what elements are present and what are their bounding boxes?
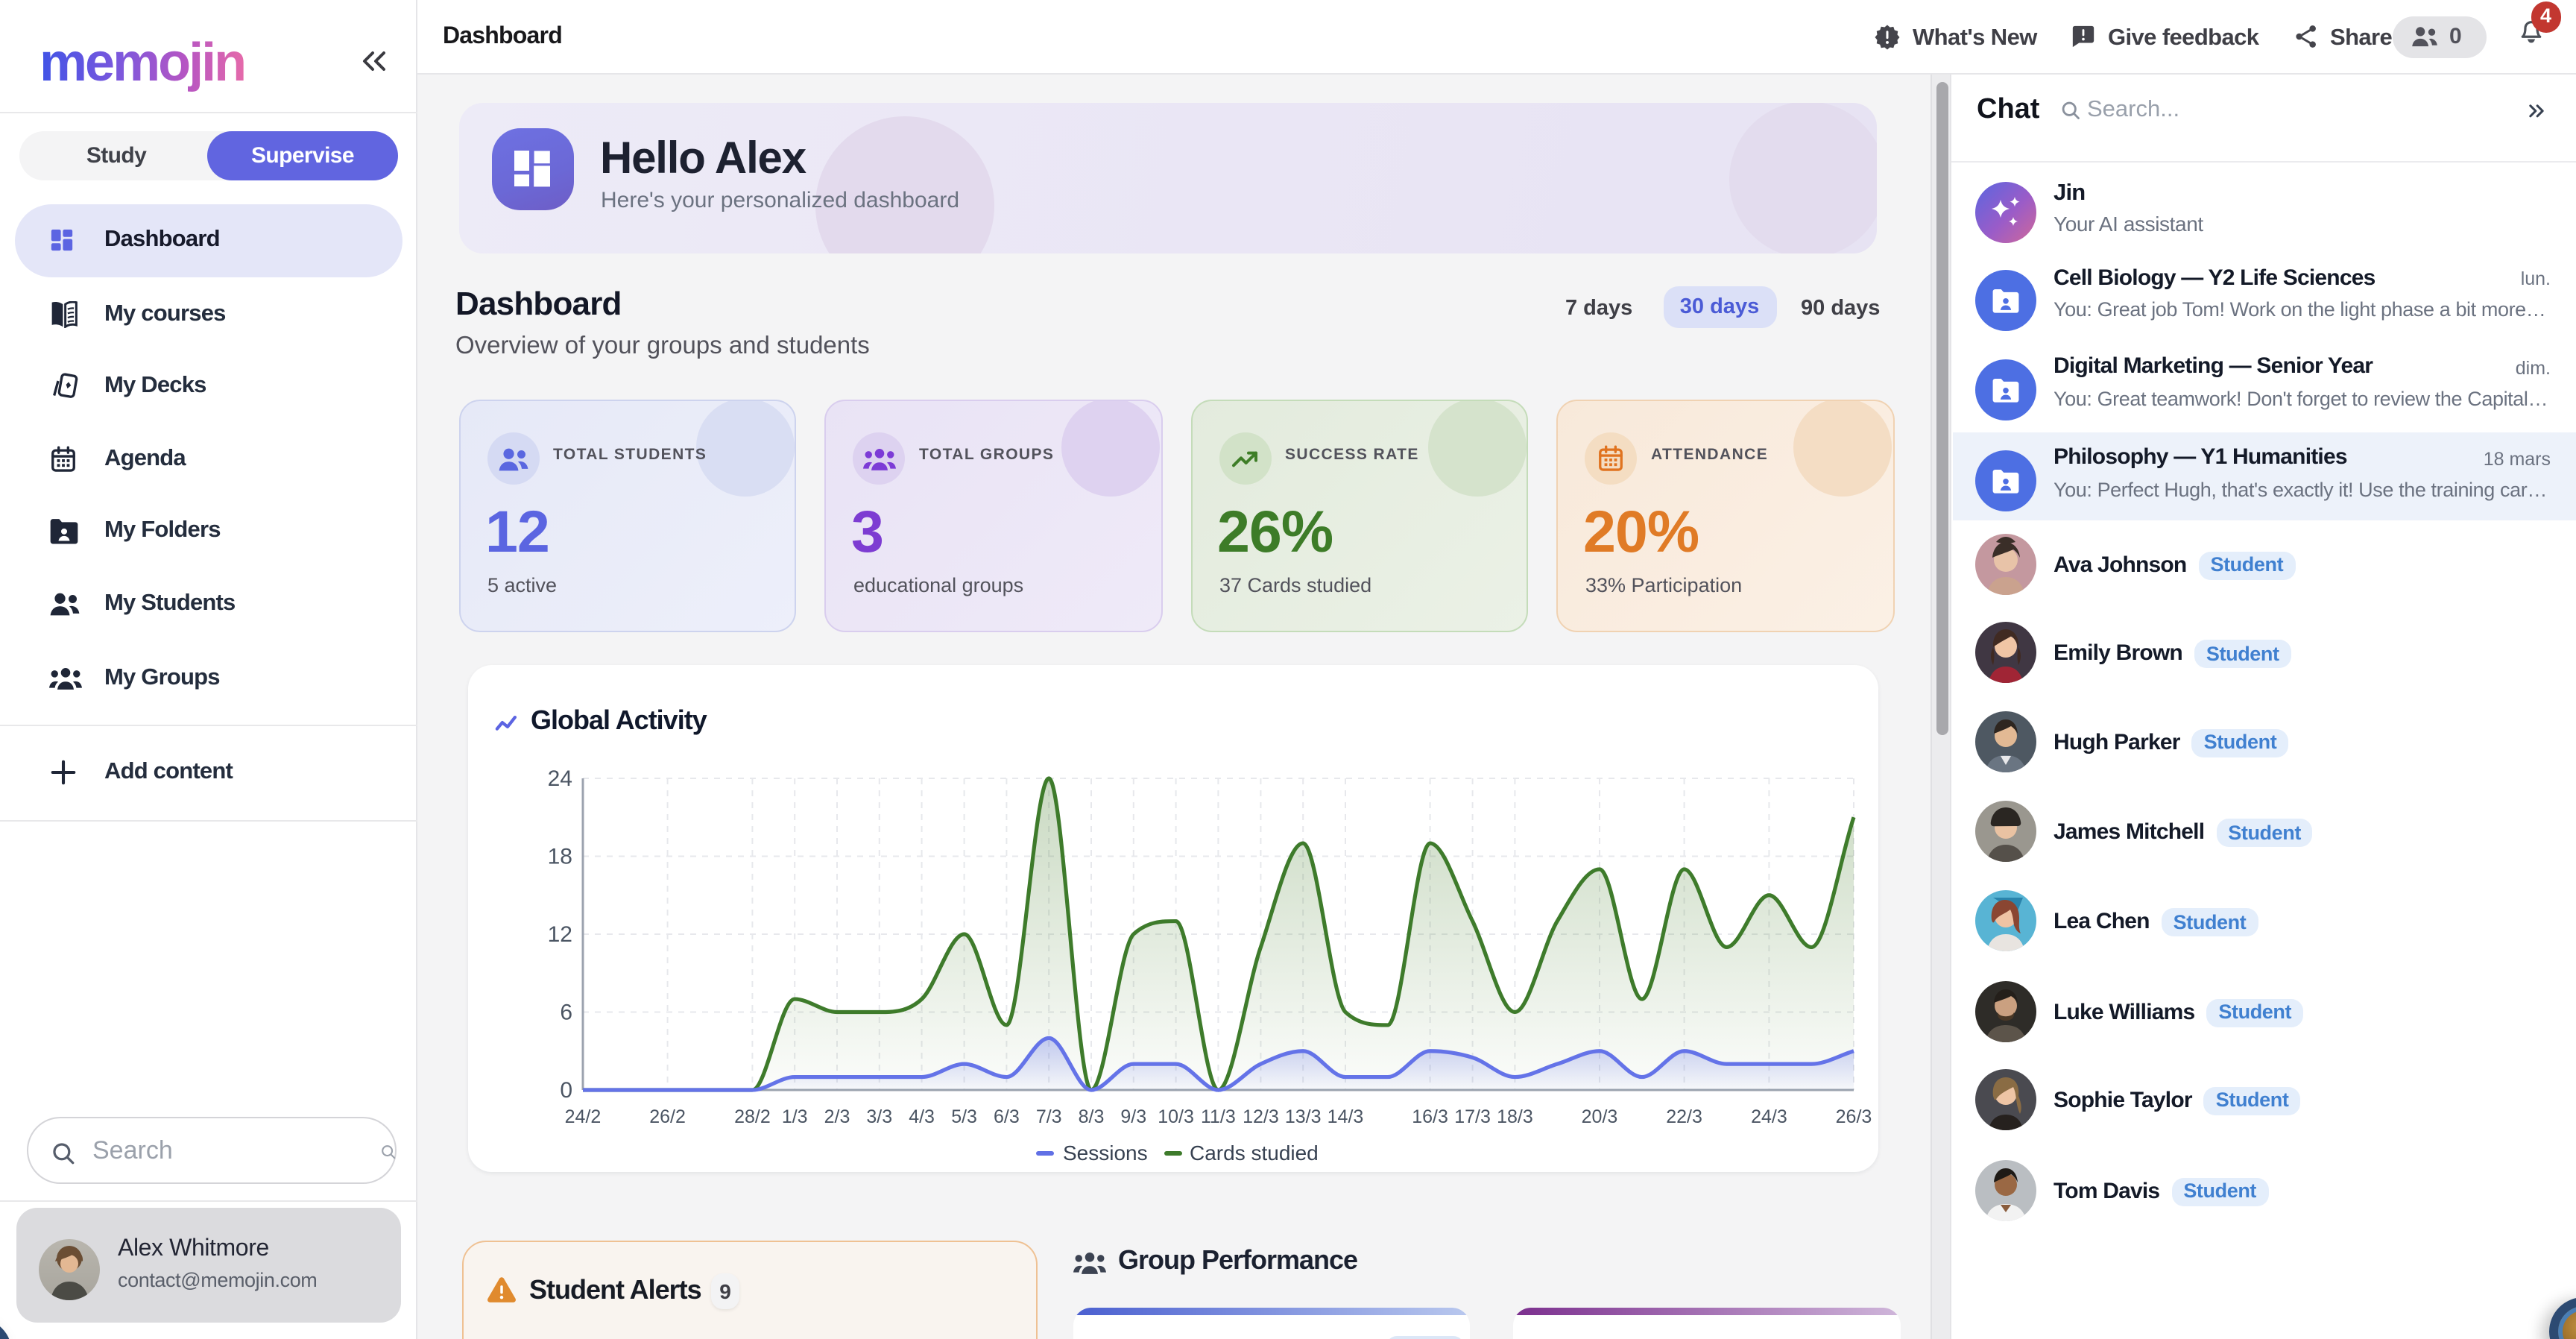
svg-text:9/3: 9/3 xyxy=(1120,1106,1146,1127)
svg-text:7/3: 7/3 xyxy=(1036,1106,1062,1127)
svg-text:26/2: 26/2 xyxy=(649,1106,686,1127)
svg-text:5/3: 5/3 xyxy=(951,1106,977,1127)
svg-text:24/3: 24/3 xyxy=(1751,1106,1787,1127)
svg-text:18/3: 18/3 xyxy=(1497,1106,1533,1127)
svg-text:2/3: 2/3 xyxy=(824,1106,850,1127)
svg-text:17/3: 17/3 xyxy=(1454,1106,1491,1127)
svg-text:12: 12 xyxy=(548,922,572,947)
svg-text:18: 18 xyxy=(548,844,572,869)
svg-text:26/3: 26/3 xyxy=(1836,1106,1872,1127)
svg-text:8/3: 8/3 xyxy=(1079,1106,1105,1127)
svg-text:0: 0 xyxy=(560,1078,572,1103)
svg-text:24: 24 xyxy=(548,766,572,791)
svg-text:6: 6 xyxy=(560,1001,572,1025)
svg-text:20/3: 20/3 xyxy=(1582,1106,1618,1127)
svg-text:16/3: 16/3 xyxy=(1412,1106,1448,1127)
svg-text:3/3: 3/3 xyxy=(866,1106,892,1127)
svg-text:4/3: 4/3 xyxy=(909,1106,935,1127)
svg-text:10/3: 10/3 xyxy=(1158,1106,1194,1127)
svg-text:22/3: 22/3 xyxy=(1666,1106,1702,1127)
svg-text:6/3: 6/3 xyxy=(994,1106,1020,1127)
svg-text:11/3: 11/3 xyxy=(1201,1106,1236,1127)
svg-text:14/3: 14/3 xyxy=(1328,1106,1364,1127)
svg-text:1/3: 1/3 xyxy=(782,1106,808,1127)
svg-text:28/2: 28/2 xyxy=(734,1106,771,1127)
svg-text:12/3: 12/3 xyxy=(1243,1106,1279,1127)
svg-text:24/2: 24/2 xyxy=(565,1106,602,1127)
svg-text:13/3: 13/3 xyxy=(1285,1106,1322,1127)
